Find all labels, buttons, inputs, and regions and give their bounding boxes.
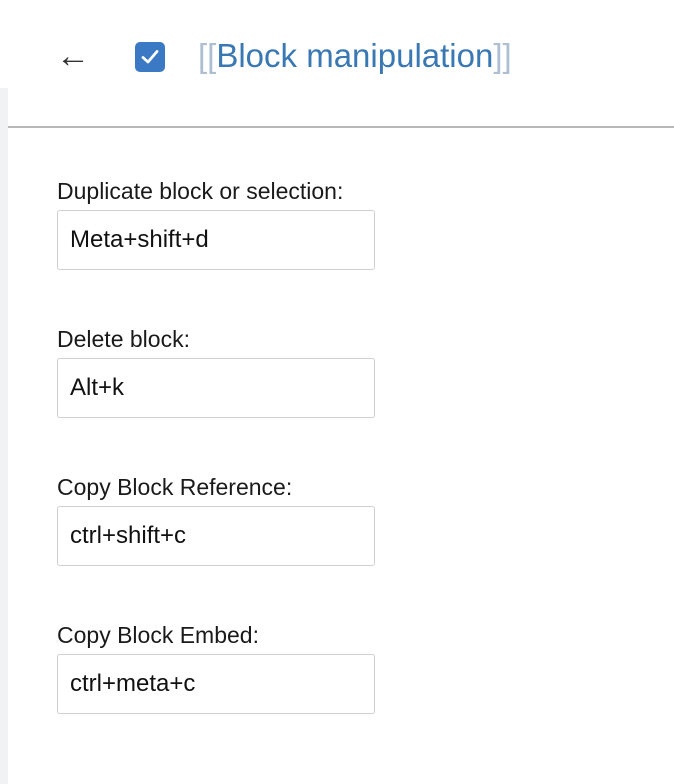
block-checkbox[interactable] <box>135 42 165 72</box>
field-label: Copy Block Embed: <box>57 622 259 648</box>
sidebar-edge-cap <box>0 0 8 88</box>
title-close-brackets: ]] <box>493 37 512 74</box>
sidebar-edge <box>0 0 8 784</box>
checkmark-icon <box>141 50 159 64</box>
field-duplicate-block: Duplicate block or selection: <box>57 177 375 270</box>
field-label: Copy Block Reference: <box>57 474 293 500</box>
shortcut-input-delete[interactable] <box>57 358 375 418</box>
field-copy-block-embed: Copy Block Embed: <box>57 621 375 714</box>
field-delete-block: Delete block: <box>57 325 375 418</box>
title-open-brackets: [[ <box>198 37 217 74</box>
back-arrow-icon[interactable]: ← <box>56 36 90 76</box>
field-copy-block-reference: Copy Block Reference: <box>57 473 375 566</box>
shortcut-input-duplicate[interactable] <box>57 210 375 270</box>
field-label: Delete block: <box>57 326 190 352</box>
page-title: [[Block manipulation]] <box>198 36 512 76</box>
page-header: ← [[Block manipulation]] <box>8 0 674 128</box>
shortcut-input-copy-reference[interactable] <box>57 506 375 566</box>
field-label: Duplicate block or selection: <box>57 178 344 204</box>
title-page-link[interactable]: Block manipulation <box>216 37 493 74</box>
shortcut-input-copy-embed[interactable] <box>57 654 375 714</box>
